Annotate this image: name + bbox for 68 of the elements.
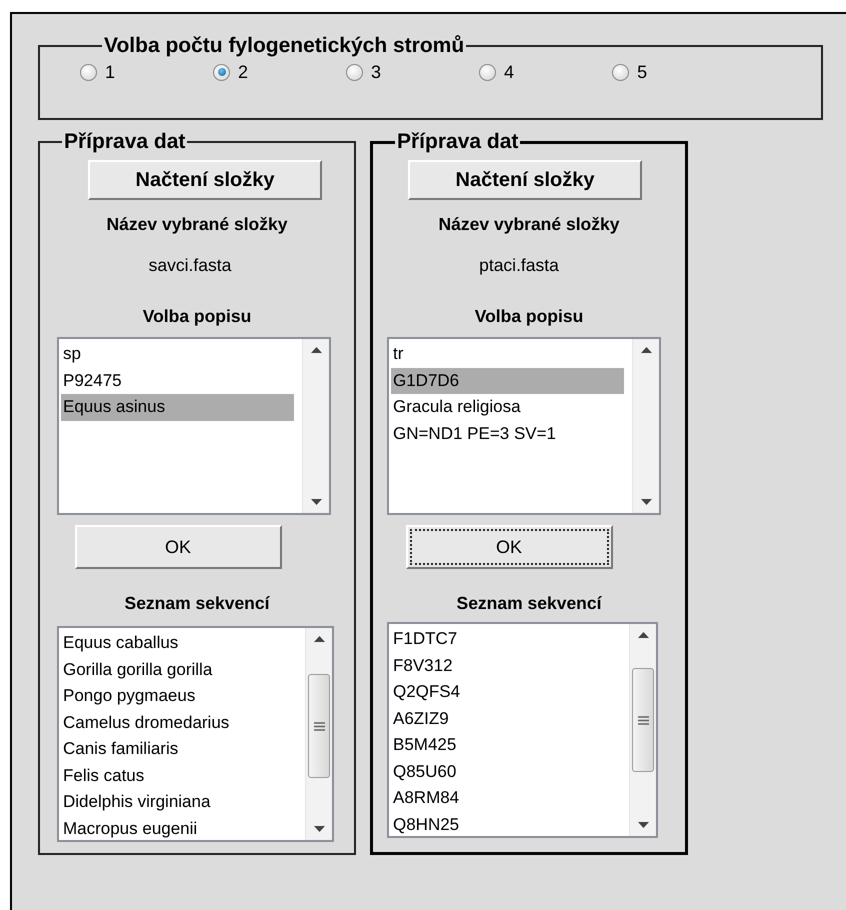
folder-name: savci.fasta xyxy=(148,255,232,276)
list-item[interactable]: Canis familiaris xyxy=(61,736,297,762)
description-label: Volba popisu xyxy=(142,306,252,327)
radio-button[interactable]: 2 xyxy=(213,60,248,84)
list-item[interactable]: Camelus dromedarius xyxy=(61,710,297,736)
description-label: Volba popisu xyxy=(474,306,584,327)
list-item[interactable]: F1DTC7 xyxy=(391,626,621,652)
load-folder-button[interactable]: Načtení složky xyxy=(408,160,642,200)
radio-circle-icon[interactable] xyxy=(612,64,630,80)
grip-icon xyxy=(314,722,324,730)
list-item[interactable]: Macropus eugenii xyxy=(61,816,297,840)
list-item[interactable]: Didelphis virginiana xyxy=(61,789,297,816)
list-item[interactable]: F8V312 xyxy=(391,652,621,679)
list-box[interactable]: tr G1D7D6 Gracula religiosa GN=ND1 PE=3 SV=1 xyxy=(387,337,661,515)
up-arrow-icon[interactable] xyxy=(314,636,324,642)
radio-circle-icon[interactable] xyxy=(80,64,97,80)
list-item[interactable]: Gorilla gorilla gorilla xyxy=(61,656,297,683)
list-item[interactable]: A6ZIZ9 xyxy=(391,706,621,732)
list-item[interactable]: Equus caballus xyxy=(61,630,297,656)
list-box[interactable]: sp P92475 Equus asinus xyxy=(57,337,331,515)
folder-label: Název vybrané složky xyxy=(106,214,288,235)
radio-button[interactable]: 3 xyxy=(346,60,382,84)
list-box[interactable]: Equus caballus Gorilla gorilla gorilla Pongo pygmaeus Camelus dromedarius Canis familiaris Felis catus Didelphis virginiana Macropus eugenii xyxy=(57,626,334,842)
load-folder-button[interactable]: Načtení složky xyxy=(88,160,322,200)
list-item[interactable]: Q2QFS4 xyxy=(391,679,621,706)
group-title: Volba počtu fylogenetických stromů xyxy=(103,34,466,58)
radio-button[interactable]: 4 xyxy=(479,60,514,84)
list-item[interactable]: Gracula religiosa xyxy=(391,394,624,420)
scrollbar[interactable] xyxy=(629,624,656,836)
radio-circle-icon[interactable] xyxy=(213,64,230,80)
down-arrow-icon[interactable] xyxy=(314,826,324,832)
scrollbar[interactable] xyxy=(305,628,332,840)
list-item[interactable]: Q85U60 xyxy=(391,758,621,785)
sequences-label: Seznam sekvencí xyxy=(456,593,602,614)
radio-button[interactable]: 5 xyxy=(612,60,648,84)
down-arrow-icon[interactable] xyxy=(640,499,652,505)
list-item[interactable]: A8RM84 xyxy=(391,785,621,812)
list-item[interactable]: Felis catus xyxy=(61,762,297,789)
list-box[interactable]: F1DTC7 F8V312 Q2QFS4 A6ZIZ9 B5M425 Q85U60 A8RM84 Q8HN25 xyxy=(387,622,658,838)
panel-title: Příprava dat xyxy=(396,130,520,154)
scrollbar[interactable] xyxy=(302,339,329,513)
up-arrow-icon[interactable] xyxy=(310,347,322,353)
folder-name: ptaci.fasta xyxy=(479,255,559,276)
up-arrow-icon[interactable] xyxy=(638,632,648,638)
scrollbar-thumb[interactable] xyxy=(632,668,654,772)
list-item[interactable]: P92475 xyxy=(61,368,294,394)
up-arrow-icon[interactable] xyxy=(640,347,652,353)
down-arrow-icon[interactable] xyxy=(310,499,322,505)
list-item[interactable]: G1D7D6 xyxy=(391,368,624,394)
radio-circle-icon[interactable] xyxy=(346,64,364,80)
list-item[interactable]: Q8HN25 xyxy=(391,812,621,836)
list-item[interactable]: Pongo pygmaeus xyxy=(61,683,297,710)
list-item[interactable]: tr xyxy=(391,341,624,368)
list-item[interactable]: GN=ND1 PE=3 SV=1 xyxy=(391,420,624,447)
sequences-label: Seznam sekvencí xyxy=(124,593,270,614)
list-item[interactable]: sp xyxy=(61,341,294,368)
ok-button[interactable]: OK xyxy=(406,525,612,569)
list-item[interactable]: B5M425 xyxy=(391,732,621,758)
radio-button[interactable]: 1 xyxy=(80,60,116,84)
scrollbar[interactable] xyxy=(632,339,659,513)
radio-circle-icon[interactable] xyxy=(479,64,496,80)
down-arrow-icon[interactable] xyxy=(638,822,648,828)
folder-label: Název vybrané složky xyxy=(438,214,620,235)
grip-icon xyxy=(638,716,648,724)
scrollbar-thumb[interactable] xyxy=(308,674,330,778)
ok-button[interactable]: OK xyxy=(74,525,282,569)
list-item[interactable]: Equus asinus xyxy=(61,394,294,420)
panel-title: Příprava dat xyxy=(63,130,186,154)
